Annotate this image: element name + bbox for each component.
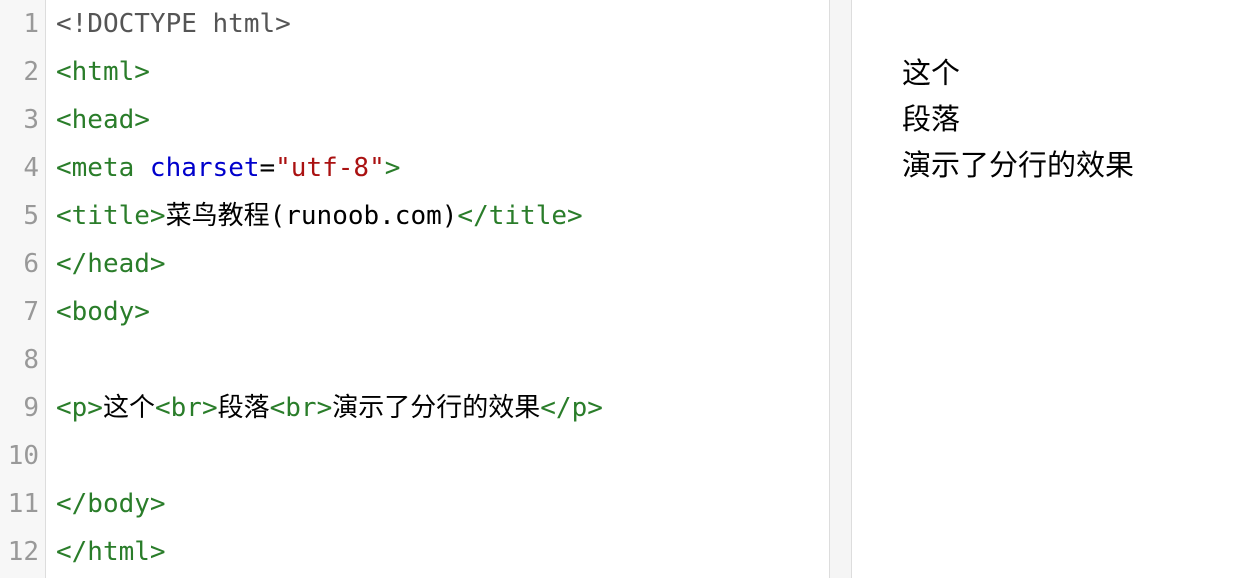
tag-token: </head> — [56, 249, 166, 279]
code-editor[interactable]: 1 2 3 4 5 6 7 8 9 10 11 12 <!DOCTYPE htm… — [0, 0, 830, 578]
code-line-3[interactable]: <head> — [56, 96, 829, 144]
code-line-12[interactable]: </html> — [56, 528, 829, 576]
text-token: 菜鸟教程(runoob.com) — [165, 201, 458, 231]
equals-token: = — [259, 153, 276, 183]
code-line-4[interactable]: <meta charset="utf-8"> — [56, 144, 829, 192]
tag-token: <br> — [269, 393, 333, 423]
tag-token: <html> — [56, 57, 150, 87]
code-line-7[interactable]: <body> — [56, 288, 829, 336]
line-number-gutter: 1 2 3 4 5 6 7 8 9 10 11 12 — [0, 0, 46, 578]
tag-token: <meta — [56, 153, 150, 183]
preview-line: 段落 — [902, 102, 961, 136]
doctype-token: <!DOCTYPE html> — [56, 9, 291, 39]
tag-token: </p> — [540, 393, 603, 423]
tag-token: <body> — [56, 297, 150, 327]
line-number: 2 — [23, 57, 39, 87]
text-token: 段落 — [217, 393, 270, 423]
line-number: 10 — [7, 441, 39, 471]
tag-token: <p> — [56, 393, 103, 423]
code-line-2[interactable]: <html> — [56, 48, 829, 96]
tag-token: <br> — [154, 393, 218, 423]
result-preview: 这个 段落 演示了分行的效果 — [852, 0, 1254, 578]
code-area[interactable]: <!DOCTYPE html> <html> <head> <meta char… — [46, 0, 829, 578]
line-number: 7 — [23, 297, 39, 327]
string-token: "utf-8" — [275, 153, 385, 183]
pane-splitter[interactable] — [830, 0, 852, 578]
line-number: 6 — [23, 249, 39, 279]
line-number: 5 — [23, 201, 39, 231]
line-number: 8 — [23, 345, 39, 375]
code-line-9[interactable]: <p>这个<br>段落<br>演示了分行的效果</p> — [56, 384, 829, 432]
preview-line: 演示了分行的效果 — [902, 148, 1135, 182]
code-line-10[interactable] — [56, 432, 829, 480]
code-line-8[interactable] — [56, 336, 829, 384]
line-number: 4 — [23, 153, 39, 183]
code-line-1[interactable]: <!DOCTYPE html> — [56, 0, 829, 48]
text-token: 这个 — [102, 393, 155, 423]
code-line-6[interactable]: </head> — [56, 240, 829, 288]
code-line-5[interactable]: <title>菜鸟教程(runoob.com)</title> — [56, 192, 829, 240]
line-number: 3 — [23, 105, 39, 135]
text-token: 演示了分行的效果 — [332, 393, 541, 423]
line-number: 11 — [7, 489, 39, 519]
tag-token: <title> — [56, 201, 166, 231]
code-line-11[interactable]: </body> — [56, 480, 829, 528]
attribute-token: charset — [149, 153, 260, 183]
tag-token: > — [384, 153, 401, 183]
tag-token: <head> — [56, 105, 150, 135]
line-number: 1 — [23, 9, 39, 39]
tag-token: </body> — [56, 489, 166, 519]
tag-token: </html> — [56, 537, 166, 567]
tag-token: </title> — [457, 201, 583, 231]
try-it-editor: 1 2 3 4 5 6 7 8 9 10 11 12 <!DOCTYPE htm… — [0, 0, 1254, 578]
line-number: 9 — [23, 393, 39, 423]
line-number: 12 — [7, 537, 39, 567]
preview-paragraph: 这个 段落 演示了分行的效果 — [902, 50, 1134, 188]
preview-line: 这个 — [902, 56, 961, 90]
